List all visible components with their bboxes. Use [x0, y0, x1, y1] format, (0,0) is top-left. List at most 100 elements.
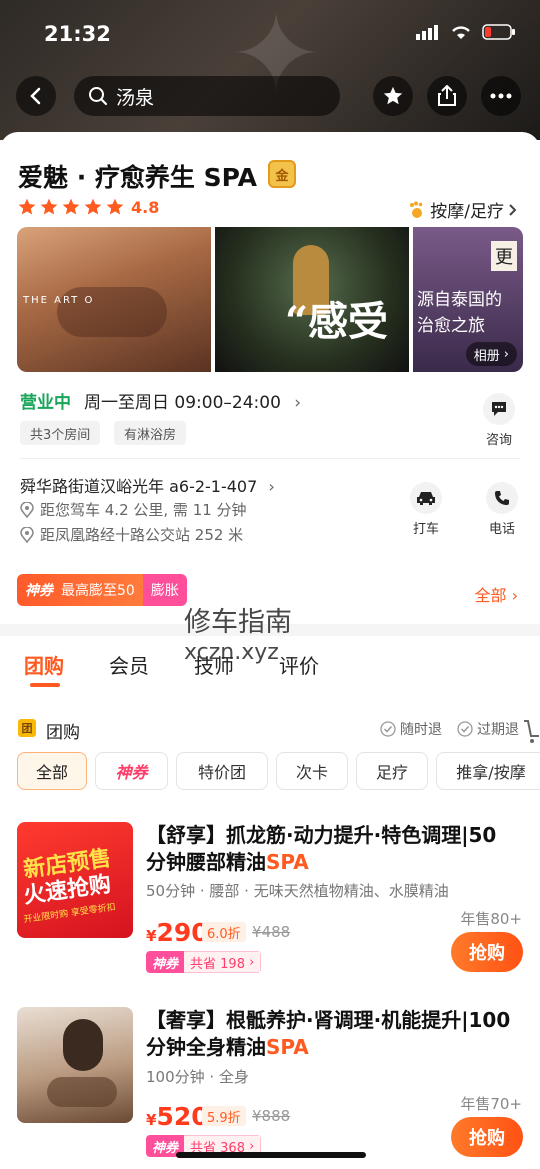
coupon-expand: 膨胀 — [142, 574, 187, 606]
address[interactable]: 舜华路街道汉峪光年 a6-2-1-407 › — [20, 473, 275, 497]
shop-photo-massage[interactable]: THE ART O — [17, 227, 211, 372]
refund-anytime: 随时退 — [380, 719, 442, 739]
coupon-main: 神券 最高膨至50 — [17, 574, 143, 606]
deal-save-1[interactable]: 神券 共省 198 › — [146, 951, 262, 973]
album-label: 相册 — [473, 348, 500, 364]
currency: ¥ — [146, 927, 157, 945]
search-icon — [89, 87, 108, 106]
tag-shower: 有淋浴房 — [114, 421, 187, 445]
save-brand: 神券 — [146, 951, 185, 973]
wifi-icon — [452, 26, 470, 39]
bus-distance-text: 距凤凰路经十路公交站 252 米 — [40, 526, 244, 544]
search-text: 汤泉 — [116, 86, 155, 109]
more-button[interactable] — [481, 76, 521, 116]
currency: ¥ — [146, 1111, 157, 1129]
refund-expired-label: 过期退 — [477, 722, 519, 738]
watermark-line1: 修车指南 — [184, 607, 292, 638]
group-title: 团购 — [46, 723, 80, 743]
deal-sold-2: 年售70+ — [460, 1095, 522, 1113]
deal-title-text: 【舒享】抓龙筋·动力提升·特色调理|50分钟腰部精油 — [146, 823, 497, 874]
star-icon — [84, 198, 102, 215]
deal-title-text: 【奢享】根骶养护·肾调理·机能提升|100分钟全身精油 — [146, 1008, 511, 1059]
photo-caption: THE ART O — [23, 295, 95, 306]
deal-sub-2: 100分钟 · 全身 — [146, 1068, 249, 1086]
deal-title-spa: SPA — [266, 1035, 309, 1059]
refund-anytime-label: 随时退 — [400, 722, 442, 738]
shop-name: 爱魅 · 疗愈养生 SPA — [18, 163, 257, 192]
drive-distance: 距您驾车 4.2 公里, 需 11 分钟 — [20, 499, 247, 520]
coupon-brand: 神券 — [25, 583, 53, 599]
price-value: 290 — [156, 918, 209, 947]
drive-distance-text: 距您驾车 4.2 公里, 需 11 分钟 — [40, 501, 247, 519]
deal-image-1[interactable]: 新店预售 火速抢购 开业限时购 享受零折扣 — [17, 822, 133, 938]
deal-title-2[interactable]: 【奢享】根骶养护·肾调理·机能提升|100分钟全身精油SPA — [146, 1007, 516, 1061]
filter-times-card[interactable]: 次卡 — [276, 752, 348, 790]
chevron-right-icon — [509, 203, 517, 216]
filter-special[interactable]: 特价团 — [176, 752, 268, 790]
status-icons — [416, 24, 516, 40]
photo-top-text: 更 — [491, 241, 517, 271]
deal-price-2: ¥520 — [146, 1102, 209, 1131]
star-icon — [106, 198, 124, 215]
buy-button-2[interactable]: 抢购 — [451, 1117, 523, 1157]
price-value: 520 — [156, 1102, 209, 1131]
deal-image-2[interactable] — [17, 1007, 133, 1123]
header-background: ✦ — [0, 0, 540, 140]
deal-title-spa: SPA — [266, 850, 309, 874]
taxi-button[interactable]: 打车 — [410, 482, 442, 537]
filter-foot[interactable]: 足疗 — [356, 752, 428, 790]
address-text: 舜华路街道汉峪光年 a6-2-1-407 — [20, 477, 258, 496]
chevron-right-icon: › — [294, 393, 302, 413]
back-arrow-icon — [30, 87, 41, 105]
tab-member[interactable]: 会员 — [109, 650, 149, 679]
hand-shape — [47, 1077, 117, 1107]
gold-badge: 金 — [268, 160, 296, 188]
chat-icon — [483, 393, 515, 425]
home-indicator — [176, 1152, 366, 1158]
tab-group-buy[interactable]: 团购 — [24, 650, 64, 679]
consult-label: 咨询 — [485, 433, 512, 448]
star-icon — [383, 86, 403, 105]
watermark: 修车指南 xczn.xyz — [184, 608, 292, 668]
share-button[interactable] — [427, 76, 467, 116]
coupon-all-link[interactable]: 全部 › — [474, 582, 518, 606]
cart-icon[interactable] — [522, 718, 540, 746]
star-icon — [40, 198, 58, 215]
check-circle-icon — [457, 721, 473, 737]
favorite-button[interactable] — [373, 76, 413, 116]
filter-coupon[interactable]: 神券 — [95, 752, 168, 790]
buy-button-1[interactable]: 抢购 — [451, 932, 523, 972]
open-status: 营业中 — [20, 393, 71, 413]
deal-original-1: ¥488 — [252, 923, 291, 941]
album-button[interactable]: 相册 › — [465, 342, 517, 366]
star-icon — [18, 198, 36, 215]
all-label: 全部 — [474, 586, 507, 605]
deal-price-1: ¥290 — [146, 918, 209, 947]
back-button[interactable] — [16, 76, 56, 116]
filter-all[interactable]: 全部 — [17, 752, 87, 790]
shop-photo-thai[interactable]: 更 源自泰国的 治愈之旅 相册 › — [413, 227, 523, 372]
category-link[interactable]: 按摩/足疗 — [408, 197, 518, 222]
coupon-banner[interactable]: 神券 最高膨至50 膨胀 — [17, 574, 187, 606]
coupon-text: 最高膨至50 — [61, 583, 135, 599]
filter-massage[interactable]: 推拿/按摩 — [436, 752, 540, 790]
star-icon — [62, 198, 80, 215]
group-icon: 团 — [18, 719, 36, 737]
phone-label: 电话 — [488, 522, 515, 537]
share-icon — [438, 85, 456, 106]
chevron-right-icon: › — [268, 477, 275, 496]
deal-title-1[interactable]: 【舒享】抓龙筋·动力提升·特色调理|50分钟腰部精油SPA — [146, 822, 516, 876]
consult-button[interactable]: 咨询 — [483, 393, 515, 448]
taxi-label: 打车 — [412, 522, 439, 537]
shop-photo-buddha[interactable]: “感受 — [215, 227, 409, 372]
more-icon — [490, 93, 512, 99]
business-hours[interactable]: 周一至周日 09:00–24:00 › — [84, 388, 301, 413]
bus-distance: 距凤凰路经十路公交站 252 米 — [20, 524, 243, 545]
signal-icon — [416, 25, 438, 40]
photo-caption: 源自泰国的 治愈之旅 — [417, 290, 502, 336]
search-input[interactable]: 汤泉 — [74, 76, 340, 116]
phone-button[interactable]: 电话 — [486, 482, 518, 537]
deal-sub-1: 50分钟 · 腰部 · 无味天然植物精油、水膜精油 — [146, 882, 449, 900]
phone-icon — [486, 482, 518, 514]
hours-text: 周一至周日 09:00–24:00 — [84, 393, 281, 413]
